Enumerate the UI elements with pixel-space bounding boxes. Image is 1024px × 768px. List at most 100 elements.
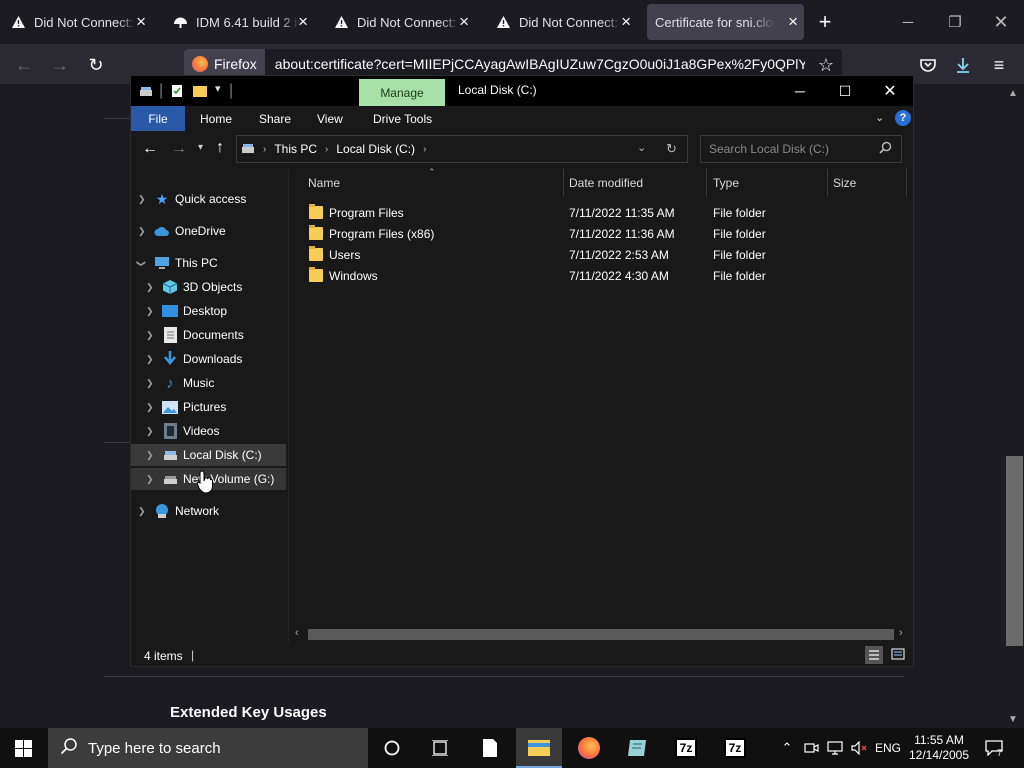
taskbar-search-input[interactable]: Type here to search [48, 728, 368, 768]
close-icon[interactable]: × [788, 13, 798, 31]
explorer-title-bar[interactable]: | ▾ | Manage Local Disk (C:) ─ ☐ ✕ [131, 76, 913, 106]
recent-locations-icon[interactable]: ▾ [198, 142, 203, 153]
chevron-right-icon[interactable]: ❯ [146, 450, 154, 461]
column-header-name[interactable]: Name ⌃ [302, 167, 564, 197]
nav-item-music[interactable]: ❯ ♪ Music [131, 372, 286, 394]
refresh-icon[interactable]: ↻ [666, 141, 677, 157]
tab-drive-tools[interactable]: Drive Tools [363, 106, 442, 131]
forward-arrow-icon[interactable]: → [47, 52, 73, 78]
tab-did-not-connect-2[interactable]: Did Not Connect: Potential Security Issu… [325, 4, 475, 40]
close-icon[interactable]: × [459, 13, 469, 31]
minimize-button[interactable]: ─ [893, 8, 923, 36]
details-view-icon[interactable] [865, 646, 883, 664]
tab-idm[interactable]: IDM 6.41 build 2 incl × [164, 4, 314, 40]
chevron-right-icon[interactable]: ❯ [146, 474, 154, 485]
new-folder-icon[interactable] [193, 84, 207, 102]
chevron-right-icon[interactable]: ❯ [146, 426, 154, 437]
scroll-right-icon[interactable]: › [899, 627, 903, 639]
volume-muted-icon[interactable] [849, 728, 869, 768]
column-header-size[interactable]: Size [827, 169, 907, 197]
chevron-down-icon[interactable]: ⌄ [637, 141, 646, 154]
chevron-right-icon[interactable]: ❯ [146, 306, 154, 317]
breadcrumb-this-pc[interactable]: This PC [274, 142, 317, 156]
page-scrollbar-thumb[interactable] [1006, 456, 1023, 646]
notepad-plus-icon[interactable] [614, 728, 660, 768]
firefox-icon[interactable] [566, 728, 612, 768]
notepad-icon[interactable] [467, 728, 513, 768]
tab-did-not-connect-1[interactable]: Did Not Connect: Potential Security Issu… [2, 4, 152, 40]
nav-item-pictures[interactable]: ❯ Pictures [131, 396, 286, 418]
tab-home[interactable]: Home [190, 106, 242, 131]
address-box[interactable]: › This PC › Local Disk (C:) › ⌄ ↻ [236, 135, 688, 163]
cortana-icon[interactable] [369, 728, 415, 768]
reload-icon[interactable]: ↻ [83, 52, 109, 78]
chevron-right-icon[interactable]: › [423, 144, 426, 155]
notifications-icon[interactable]: 7 [978, 728, 1010, 768]
pocket-icon[interactable] [915, 52, 941, 78]
close-icon[interactable]: × [621, 13, 631, 31]
restore-button[interactable]: ❐ [940, 8, 970, 36]
scrollbar-thumb[interactable] [308, 629, 894, 640]
nav-item-onedrive[interactable]: ❯ OneDrive [131, 220, 286, 242]
forward-arrow-icon[interactable]: → [171, 140, 187, 158]
tab-did-not-connect-3[interactable]: Did Not Connect: Potential Security Issu… [487, 4, 637, 40]
help-icon[interactable]: ? [895, 110, 911, 126]
new-tab-button[interactable]: + [810, 8, 840, 36]
manage-tab[interactable]: Manage [359, 79, 445, 106]
nav-item-3d-objects[interactable]: ❯ 3D Objects [131, 276, 286, 298]
chevron-right-icon[interactable]: ❯ [138, 506, 146, 517]
tab-share[interactable]: Share [249, 106, 301, 131]
file-row[interactable]: Program Files 7/11/2022 11:35 AM File fo… [299, 203, 899, 224]
show-hidden-icons-chevron-icon[interactable]: ⌃ [778, 728, 796, 768]
explorer-maximize-button[interactable]: ☐ [822, 76, 868, 106]
chevron-right-icon[interactable]: › [263, 144, 266, 155]
7zip-icon[interactable]: 7z [663, 728, 709, 768]
horizontal-scrollbar[interactable]: ‹ › [291, 626, 911, 643]
expand-ribbon-icon[interactable]: ⌄ [875, 111, 884, 124]
column-header-type[interactable]: Type [707, 169, 828, 197]
breadcrumb-local-disk[interactable]: Local Disk (C:) [336, 142, 415, 156]
nav-item-local-disk-c[interactable]: ❯ Local Disk (C:) [131, 444, 286, 466]
customize-toolbar-icon[interactable]: ▾ [215, 82, 221, 95]
file-explorer-taskbar-icon[interactable] [516, 728, 562, 768]
chevron-right-icon[interactable]: ❯ [146, 354, 154, 365]
nav-item-documents[interactable]: ❯ Documents [131, 324, 286, 346]
large-icons-view-icon[interactable] [891, 647, 905, 664]
menu-hamburger-icon[interactable]: ≡ [986, 52, 1012, 78]
downloads-icon[interactable] [950, 52, 976, 78]
nav-item-this-pc[interactable]: ❯ This PC [131, 252, 286, 274]
properties-icon[interactable] [171, 84, 183, 103]
up-arrow-icon[interactable]: ↑ [216, 139, 224, 157]
meet-now-icon[interactable] [801, 728, 821, 768]
close-icon[interactable]: × [298, 13, 308, 31]
scroll-down-arrow-icon[interactable]: ▼ [1008, 714, 1018, 725]
start-button[interactable] [0, 728, 46, 768]
explorer-minimize-button[interactable]: ─ [777, 76, 823, 106]
chevron-down-icon[interactable]: ❯ [135, 259, 146, 267]
scroll-left-icon[interactable]: ‹ [295, 627, 299, 639]
back-arrow-icon[interactable]: ← [142, 140, 158, 158]
nav-item-downloads[interactable]: ❯ Downloads [131, 348, 286, 370]
chevron-right-icon[interactable]: ❯ [146, 330, 154, 341]
chevron-right-icon[interactable]: ❯ [146, 402, 154, 413]
file-row[interactable]: Users 7/11/2022 2:53 AM File folder [299, 245, 899, 266]
tab-certificate[interactable]: Certificate for sni.cloudflare × [647, 4, 804, 40]
search-input[interactable]: Search Local Disk (C:) [700, 135, 902, 163]
nav-item-videos[interactable]: ❯ Videos [131, 420, 286, 442]
nav-item-quick-access[interactable]: ❯ ★ Quick access [131, 188, 286, 210]
chevron-right-icon[interactable]: › [325, 144, 328, 155]
explorer-close-button[interactable]: ✕ [867, 76, 913, 106]
close-window-button[interactable]: ✕ [986, 8, 1016, 36]
chevron-right-icon[interactable]: ❯ [146, 282, 154, 293]
file-row[interactable]: Program Files (x86) 7/11/2022 11:36 AM F… [299, 224, 899, 245]
nav-item-desktop[interactable]: ❯ Desktop [131, 300, 286, 322]
file-row[interactable]: Windows 7/11/2022 4:30 AM File folder [299, 266, 899, 287]
back-arrow-icon[interactable]: ← [11, 52, 37, 78]
chevron-right-icon[interactable]: ❯ [138, 194, 146, 205]
clock[interactable]: 11:55 AM 12/14/2005 [906, 728, 972, 768]
tab-view[interactable]: View [307, 106, 353, 131]
column-header-date-modified[interactable]: Date modified [563, 169, 707, 197]
network-tray-icon[interactable] [824, 728, 846, 768]
7zip-icon[interactable]: 7z [712, 728, 758, 768]
language-indicator[interactable]: ENG [873, 728, 903, 768]
